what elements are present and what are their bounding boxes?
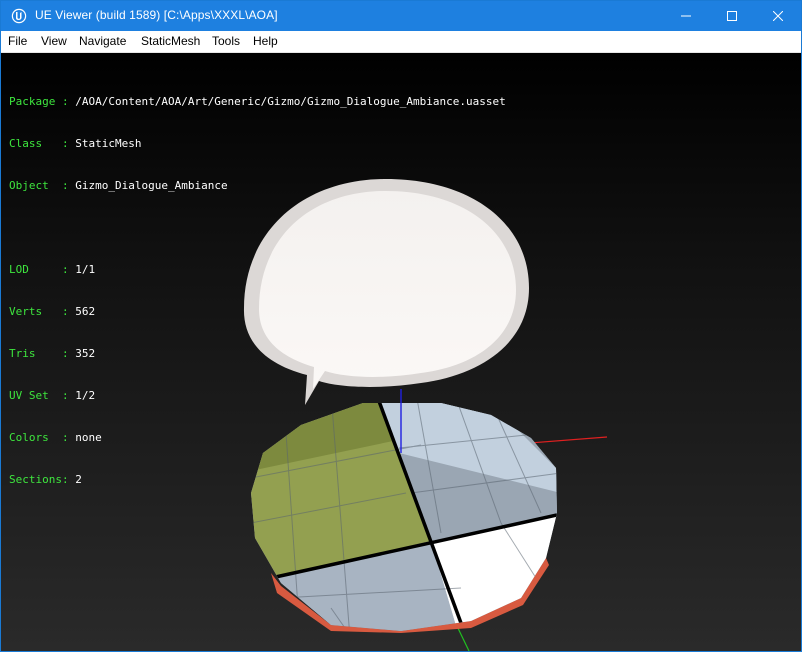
menu-staticmesh[interactable]: StaticMesh: [141, 34, 200, 48]
title-bar[interactable]: UE Viewer (build 1589) [C:\Apps\XXXL\AOA…: [1, 1, 801, 31]
info-row-sections: Sections: 2: [9, 473, 506, 487]
info-value: Gizmo_Dialogue_Ambiance: [75, 179, 228, 192]
info-row-colors: Colors : none: [9, 431, 506, 445]
minimize-button[interactable]: [663, 1, 709, 31]
info-row-lod: LOD : 1/1: [9, 263, 506, 277]
info-row-object: Object : Gizmo_Dialogue_Ambiance: [9, 179, 506, 193]
info-key: Object :: [9, 179, 76, 192]
info-row-verts: Verts : 562: [9, 305, 506, 319]
info-value: 352: [75, 347, 96, 360]
menu-tools[interactable]: Tools: [212, 34, 240, 48]
info-value: 562: [75, 305, 96, 318]
close-button[interactable]: [755, 1, 801, 31]
maximize-button[interactable]: [709, 1, 755, 31]
info-row-class: Class : StaticMesh: [9, 137, 506, 151]
3d-viewport[interactable]: Package : /AOA/Content/AOA/Art/Generic/G…: [1, 53, 801, 651]
info-value: StaticMesh: [75, 137, 142, 150]
minimize-icon: [681, 15, 691, 17]
info-value: 1/1: [75, 263, 96, 276]
info-value: none: [75, 431, 102, 444]
info-value: 2: [75, 473, 82, 486]
window-title: UE Viewer (build 1589) [C:\Apps\XXXL\AOA…: [35, 8, 278, 22]
info-value: 1/2: [75, 389, 96, 402]
menu-bar: File View Navigate StaticMesh Tools Help: [1, 31, 801, 53]
info-key: LOD :: [9, 263, 76, 276]
info-key: Package :: [9, 95, 76, 108]
info-row-tris: Tris : 352: [9, 347, 506, 361]
mesh-info-overlay: Package : /AOA/Content/AOA/Art/Generic/G…: [9, 67, 506, 515]
menu-navigate[interactable]: Navigate: [79, 34, 126, 48]
app-window: UE Viewer (build 1589) [C:\Apps\XXXL\AOA…: [0, 0, 802, 652]
menu-view[interactable]: View: [41, 34, 67, 48]
maximize-icon: [727, 11, 737, 21]
close-icon: [773, 11, 783, 21]
info-key: Colors :: [9, 431, 76, 444]
info-row-uvset: UV Set : 1/2: [9, 389, 506, 403]
info-key: Verts :: [9, 305, 76, 318]
info-key: Tris :: [9, 347, 76, 360]
menu-file[interactable]: File: [8, 34, 27, 48]
info-key: Class :: [9, 137, 76, 150]
menu-help[interactable]: Help: [253, 34, 278, 48]
info-key: UV Set :: [9, 389, 76, 402]
info-value: /AOA/Content/AOA/Art/Generic/Gizmo/Gizmo…: [75, 95, 506, 108]
info-row-package: Package : /AOA/Content/AOA/Art/Generic/G…: [9, 95, 506, 109]
info-key: Sections:: [9, 473, 76, 486]
unreal-logo-icon: [11, 8, 27, 24]
